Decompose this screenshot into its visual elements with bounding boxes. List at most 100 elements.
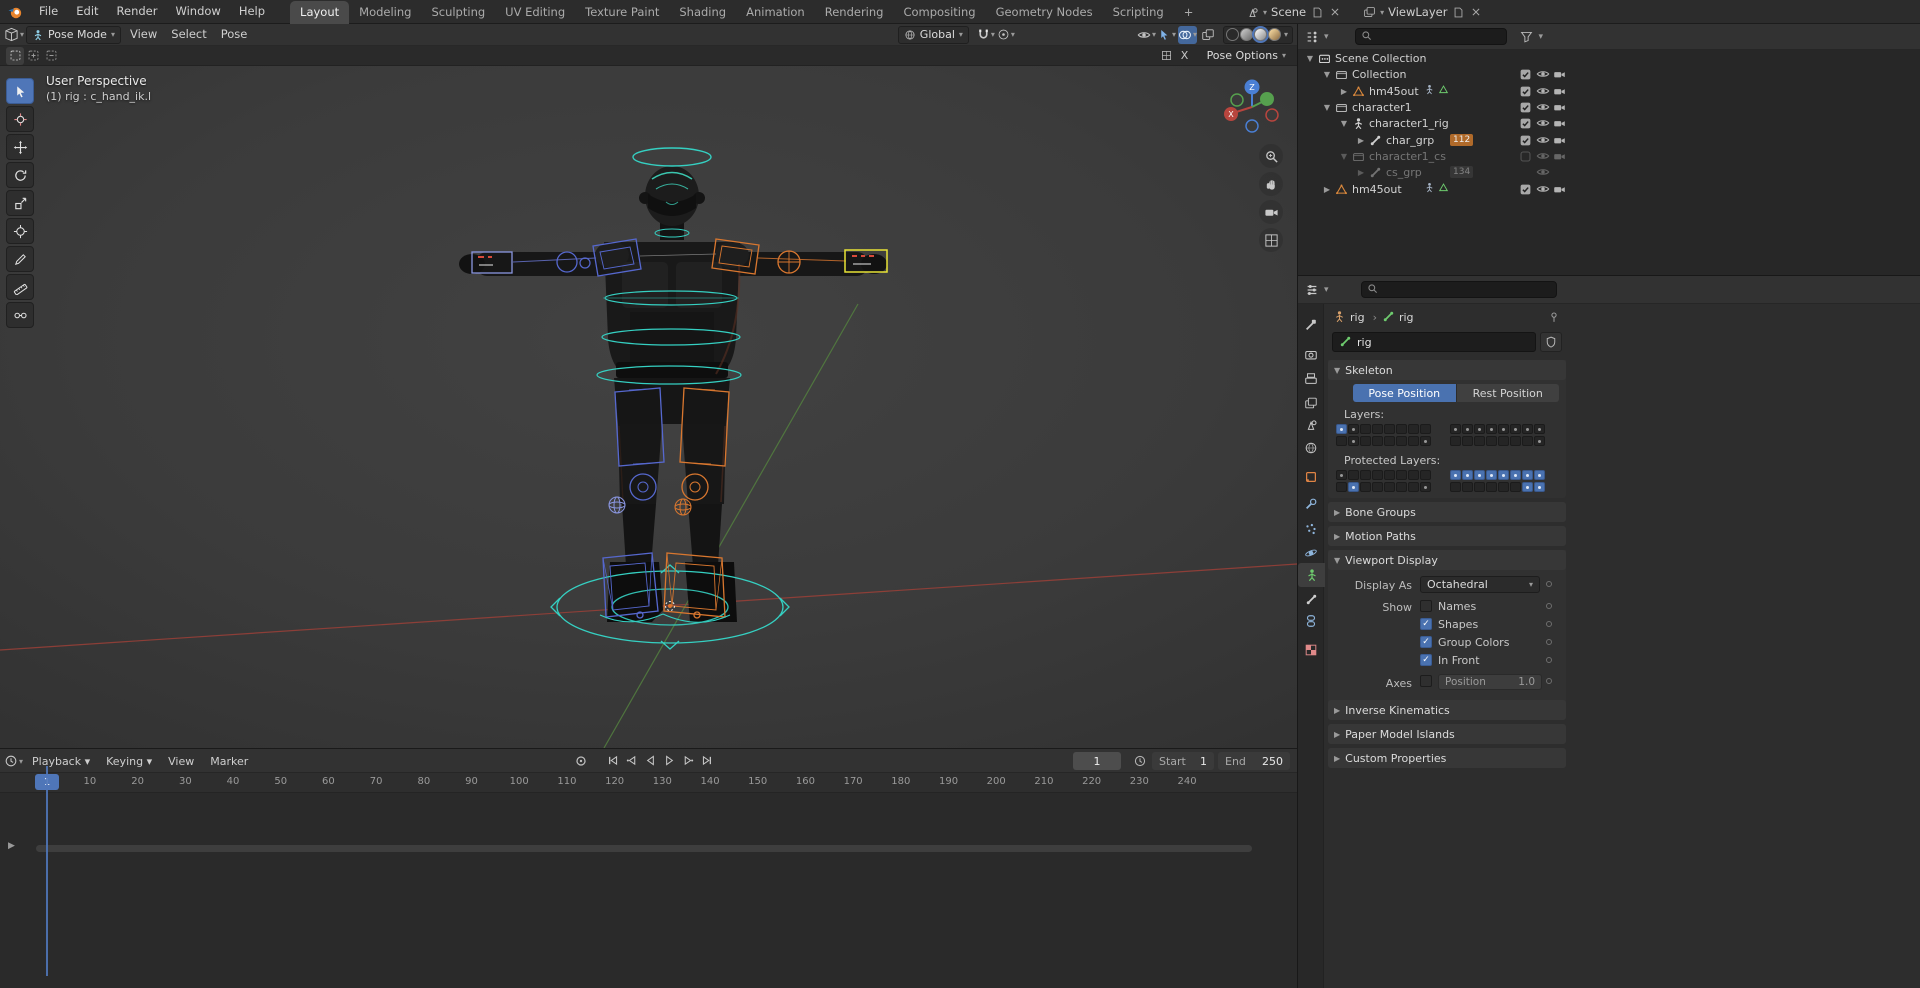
layer-toggle[interactable] <box>1336 436 1347 446</box>
hide-eye-icon[interactable] <box>1535 165 1550 179</box>
disclosure-icon[interactable]: ▼ <box>1338 119 1350 128</box>
timeline-menu-playback[interactable]: Playback ▾ <box>25 751 97 772</box>
display-as-dropdown[interactable]: Octahedral ▾ <box>1420 576 1540 593</box>
pose-breakdowner-tool[interactable] <box>6 302 34 328</box>
key-prev-button[interactable] <box>623 752 640 769</box>
properties-search-input[interactable] <box>1360 281 1557 298</box>
layer-toggle[interactable] <box>1486 436 1497 446</box>
layer-toggle[interactable] <box>1522 470 1533 480</box>
decorator-dot[interactable] <box>1546 678 1552 684</box>
layer-toggle[interactable] <box>1360 482 1371 492</box>
add-workspace-button[interactable]: + <box>1174 1 1204 24</box>
camera-view-icon[interactable] <box>1259 200 1283 224</box>
decorator-dot[interactable] <box>1546 603 1552 609</box>
camera-visibility-icon[interactable] <box>1552 68 1567 81</box>
hide-eye-icon[interactable] <box>1535 133 1550 147</box>
layer-toggle[interactable] <box>1510 424 1521 434</box>
workspace-tab-shading[interactable]: Shading <box>669 1 736 24</box>
layer-toggle[interactable] <box>1474 424 1485 434</box>
axes-position-slider[interactable]: Position 1.0 <box>1438 674 1542 690</box>
new-scene-icon[interactable] <box>1310 5 1324 19</box>
pin-icon[interactable] <box>1546 309 1562 325</box>
layer-toggle[interactable] <box>1450 470 1461 480</box>
layer-toggle[interactable] <box>1462 482 1473 492</box>
outliner-row-character1[interactable]: ▼ character1 <box>1298 99 1920 115</box>
proportional-editing-toggle[interactable]: ▾ <box>997 26 1015 44</box>
camera-visibility-icon[interactable] <box>1552 183 1567 196</box>
layer-toggle[interactable] <box>1522 436 1533 446</box>
menu-help[interactable]: Help <box>230 4 274 18</box>
shapes-checkbox[interactable]: ✓ <box>1420 618 1432 630</box>
layer-toggle[interactable] <box>1336 424 1347 434</box>
layer-toggle[interactable] <box>1408 424 1419 434</box>
layer-toggle[interactable] <box>1486 482 1497 492</box>
layer-toggle[interactable] <box>1534 436 1545 446</box>
layer-toggle[interactable] <box>1462 424 1473 434</box>
hide-eye-icon[interactable] <box>1535 84 1550 98</box>
timeline-menu-marker[interactable]: Marker <box>203 751 255 772</box>
layer-toggle[interactable] <box>1510 470 1521 480</box>
layer-toggle[interactable] <box>1348 436 1359 446</box>
select-extend-button[interactable] <box>24 47 42 65</box>
overlays-toggle[interactable]: ▾ <box>1177 25 1197 44</box>
outliner-item-label[interactable]: character1 <box>1352 101 1412 114</box>
exclude-checkbox[interactable] <box>1518 117 1533 130</box>
navigation-gizmo[interactable]: Z X <box>1219 74 1285 143</box>
layer-toggle[interactable] <box>1498 482 1509 492</box>
camera-visibility-icon[interactable] <box>1552 150 1567 163</box>
jump-end-button[interactable] <box>699 752 716 769</box>
layer-toggle[interactable] <box>1408 436 1419 446</box>
layer-toggle[interactable] <box>1510 436 1521 446</box>
layer-toggle[interactable] <box>1486 424 1497 434</box>
shading-rendered-button[interactable] <box>1267 28 1281 41</box>
current-frame-field[interactable]: 1 <box>1073 752 1121 770</box>
menu-render[interactable]: Render <box>108 4 167 18</box>
layer-toggle[interactable] <box>1474 470 1485 480</box>
snap-toggle[interactable]: ▾ <box>977 26 995 44</box>
group-colors-checkbox[interactable]: ✓ <box>1420 636 1432 648</box>
layer-toggle[interactable] <box>1498 424 1509 434</box>
panel-paper-model-islands-header[interactable]: ▶ Paper Model Islands <box>1328 724 1566 744</box>
frame-start-field[interactable]: Start 1 <box>1152 752 1214 770</box>
panel-bone-groups-header[interactable]: ▶ Bone Groups <box>1328 502 1566 522</box>
layer-toggle[interactable] <box>1474 482 1485 492</box>
show-object-types-dropdown[interactable]: ▾ <box>1137 26 1156 44</box>
viewport-menu-view[interactable]: View <box>123 24 164 45</box>
disclosure-icon[interactable]: ▼ <box>1321 70 1333 79</box>
workspace-tab-compositing[interactable]: Compositing <box>893 1 985 24</box>
panel-motion-paths-header[interactable]: ▶ Motion Paths <box>1328 526 1566 546</box>
outliner-item-label[interactable]: cs_grp <box>1386 166 1422 179</box>
layer-toggle[interactable] <box>1498 436 1509 446</box>
layer-toggle[interactable] <box>1534 482 1545 492</box>
camera-visibility-icon[interactable] <box>1552 117 1567 130</box>
layer-toggle[interactable] <box>1384 470 1395 480</box>
disclosure-icon[interactable]: ▶ <box>1321 185 1333 194</box>
pose-options-dropdown[interactable]: Pose Options ▾ <box>1202 47 1291 65</box>
rest-position-button[interactable]: Rest Position <box>1455 384 1559 402</box>
layer-toggle[interactable] <box>1462 436 1473 446</box>
ortho-grid-icon[interactable] <box>1259 228 1283 252</box>
layer-toggle[interactable] <box>1522 482 1533 492</box>
exclude-checkbox[interactable] <box>1518 68 1533 81</box>
shading-material-button[interactable] <box>1251 26 1269 43</box>
panel-viewport-display-header[interactable]: ▼ Viewport Display <box>1328 550 1566 570</box>
workspace-tab-sculpting[interactable]: Sculpting <box>421 1 495 24</box>
orientation-dropdown[interactable]: Global ▾ <box>897 25 969 44</box>
timeline-channel-area[interactable]: ▶ <box>0 793 1297 988</box>
layer-toggle[interactable] <box>1450 482 1461 492</box>
outliner-row-collection[interactable]: ▼ Collection <box>1298 66 1920 82</box>
timeline-editor-type-button[interactable]: ▾ <box>4 752 23 770</box>
tweak-select-tool[interactable] <box>6 78 34 104</box>
layer-toggle[interactable] <box>1384 436 1395 446</box>
panel-inverse-kinematics-header[interactable]: ▶ Inverse Kinematics <box>1328 700 1566 720</box>
menu-edit[interactable]: Edit <box>67 4 107 18</box>
layer-toggle[interactable] <box>1396 470 1407 480</box>
layer-toggle[interactable] <box>1510 482 1521 492</box>
layer-toggle[interactable] <box>1396 436 1407 446</box>
delete-scene-icon[interactable] <box>1328 5 1342 19</box>
names-checkbox[interactable] <box>1420 600 1432 612</box>
timeline-ruler[interactable]: 1 10203040506070809010011012013014015016… <box>0 773 1297 793</box>
outliner-item-label[interactable]: hm45out <box>1352 183 1402 196</box>
preview-range-clock-icon[interactable] <box>1131 752 1149 770</box>
timeline-menu-keying[interactable]: Keying ▾ <box>99 751 159 772</box>
